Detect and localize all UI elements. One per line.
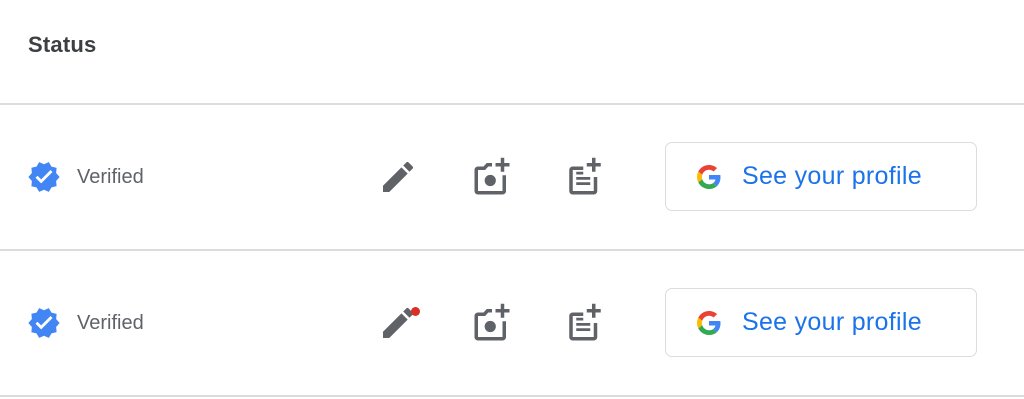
status-label: Verified bbox=[77, 165, 144, 188]
see-your-profile-button[interactable]: See your profile bbox=[665, 142, 977, 211]
status-label: Verified bbox=[77, 311, 144, 334]
add-photo-icon bbox=[474, 157, 510, 195]
edit-profile-button[interactable] bbox=[374, 153, 422, 201]
google-g-icon bbox=[697, 164, 721, 189]
add-post-icon bbox=[569, 303, 601, 341]
status-cell: Verified bbox=[27, 105, 144, 249]
status-cell: Verified bbox=[27, 251, 144, 395]
status-column-title: Status bbox=[28, 31, 97, 57]
edit-profile-button[interactable] bbox=[374, 299, 422, 347]
add-post-button[interactable] bbox=[561, 153, 609, 201]
add-photo-button[interactable] bbox=[468, 153, 516, 201]
add-post-icon bbox=[569, 157, 601, 195]
listing-row: Verified See your profile bbox=[0, 105, 1024, 251]
edit-pencil-icon bbox=[383, 161, 414, 192]
add-photo-icon bbox=[474, 303, 510, 341]
listing-row: Verified See your profile bbox=[0, 251, 1024, 397]
see-your-profile-button[interactable]: See your profile bbox=[665, 288, 977, 357]
add-photo-button[interactable] bbox=[468, 299, 516, 347]
see-your-profile-label: See your profile bbox=[742, 162, 922, 190]
verified-badge-icon bbox=[27, 306, 61, 340]
google-g-icon bbox=[697, 310, 721, 335]
notification-dot bbox=[411, 307, 420, 316]
verified-badge-icon bbox=[27, 160, 61, 194]
see-your-profile-label: See your profile bbox=[742, 308, 922, 336]
status-header: Status bbox=[0, 0, 1024, 105]
add-post-button[interactable] bbox=[561, 299, 609, 347]
